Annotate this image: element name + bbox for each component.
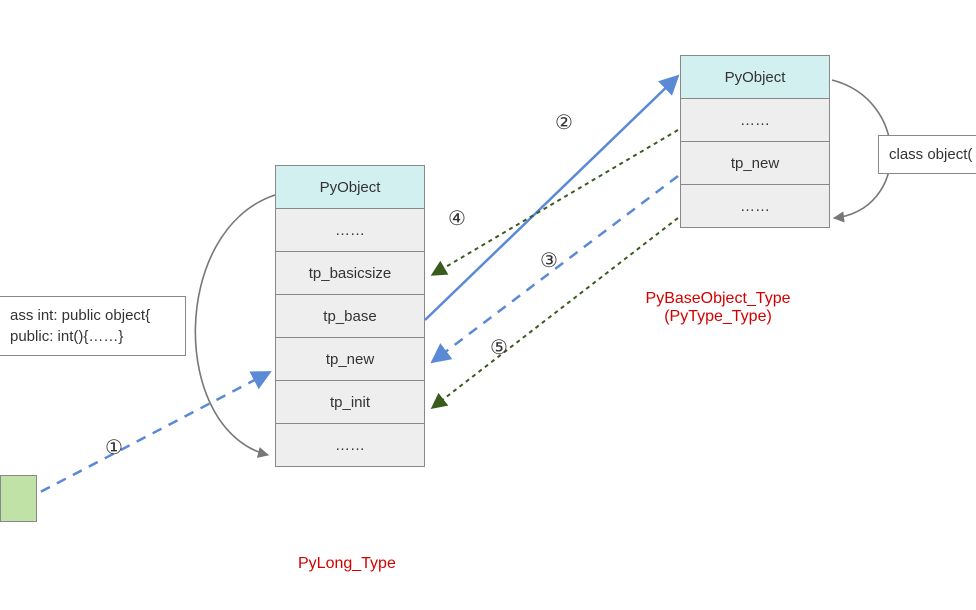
step-3-label: ③	[540, 248, 558, 273]
pylong-row-3: tp_new	[276, 338, 424, 380]
step-4-label: ④	[448, 206, 466, 231]
pybase-caption: PyBaseObject_Type (PyType_Type)	[608, 290, 828, 326]
pybase-row-2: ……	[681, 185, 829, 227]
pybase-row-0: ……	[681, 99, 829, 141]
arrow-2	[425, 76, 678, 320]
pybase-header: PyObject	[681, 56, 829, 98]
left-note-box: ass int: public object{ public: int(){………	[0, 296, 186, 356]
pybaseobject-type-struct: PyObject …… tp_new ……	[680, 55, 830, 228]
green-box	[0, 475, 37, 522]
pybase-caption-line1: PyBaseObject_Type	[646, 290, 791, 307]
pylong-row-0: ……	[276, 209, 424, 251]
step-2-label: ②	[555, 110, 573, 135]
self-loop-left	[195, 195, 275, 455]
pylong-type-struct: PyObject …… tp_basicsize tp_base tp_new …	[275, 165, 425, 467]
left-note-line2: public: int(){……}	[10, 326, 175, 347]
pybase-row-1: tp_new	[681, 142, 829, 184]
left-note-line1: ass int: public object{	[10, 305, 175, 326]
pylong-row-1: tp_basicsize	[276, 252, 424, 294]
right-note-text: class object(	[889, 146, 972, 163]
step-1-label: ①	[105, 435, 123, 460]
pylong-header: PyObject	[276, 166, 424, 208]
pylong-row-5: ……	[276, 424, 424, 466]
pylong-row-4: tp_init	[276, 381, 424, 423]
arrow-1	[25, 372, 270, 500]
pylong-caption: PyLong_Type	[298, 555, 396, 573]
pybase-caption-line2: (PyType_Type)	[664, 308, 772, 325]
right-note-box: class object(	[878, 135, 976, 174]
step-5-label: ⑤	[490, 335, 508, 360]
pylong-row-2: tp_base	[276, 295, 424, 337]
